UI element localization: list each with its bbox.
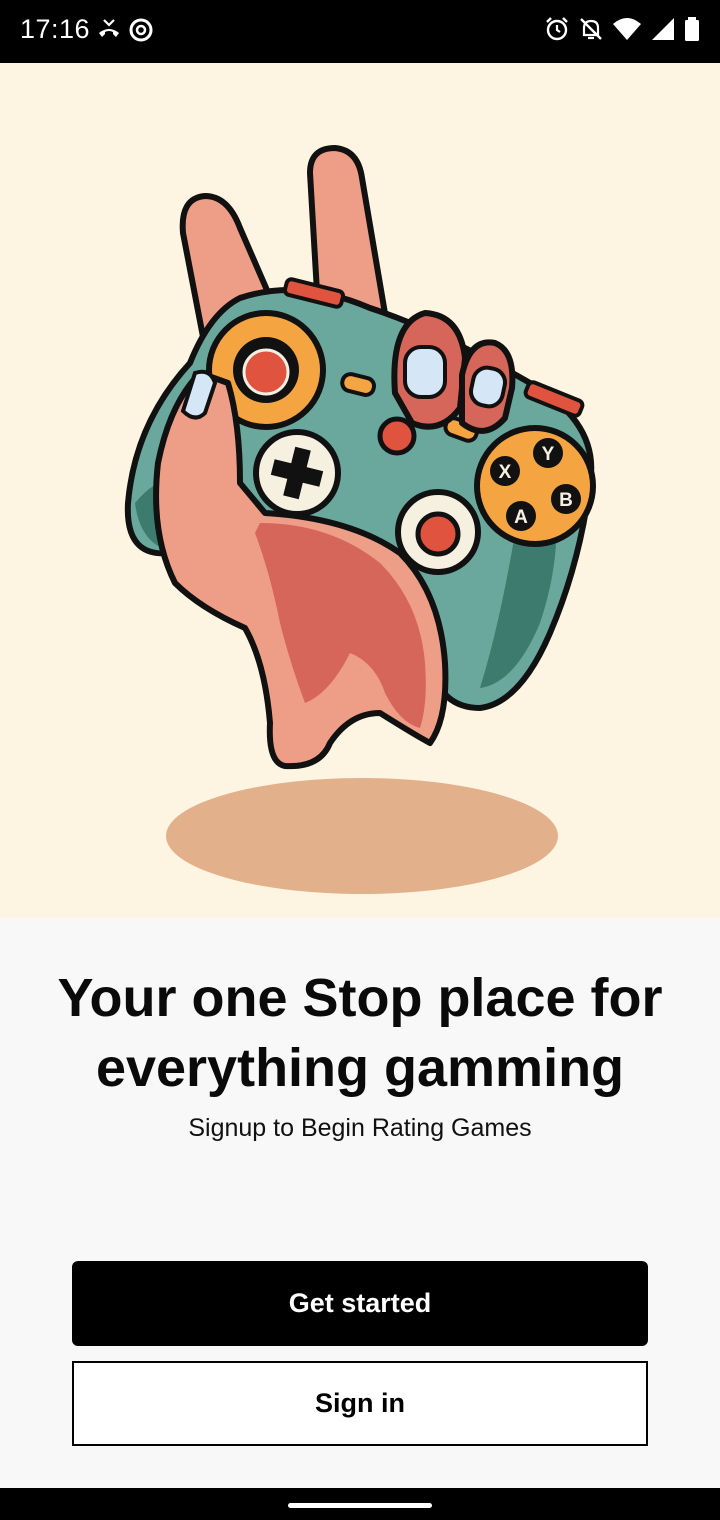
battery-icon <box>685 17 699 41</box>
right-stick-cap <box>415 511 461 557</box>
home-button <box>377 416 417 456</box>
wifi-icon <box>613 18 641 40</box>
face-button-cluster <box>474 425 596 547</box>
status-right-icons <box>544 16 700 42</box>
alarm-icon <box>546 17 568 41</box>
ring-finger-nail <box>403 345 447 399</box>
navigation-bar <box>0 1488 720 1520</box>
sign-in-button[interactable]: Sign in <box>72 1361 648 1446</box>
sign-in-label: Sign in <box>315 1388 405 1418</box>
face-button-x-label: X <box>499 462 512 483</box>
controller-hand-illustration: Y X B A <box>124 145 596 894</box>
data-saver-icon <box>129 18 153 42</box>
hero-illustration: Y X B A <box>0 63 720 918</box>
status-bar: 17:16 <box>0 0 720 63</box>
home-indicator[interactable] <box>288 1503 432 1508</box>
subtitle: Signup to Begin Rating Games <box>188 1114 532 1142</box>
status-time: 17:16 <box>20 14 91 44</box>
missed-call-icon <box>99 19 119 37</box>
get-started-button[interactable]: Get started <box>72 1261 648 1346</box>
face-button-a-label: A <box>514 507 528 528</box>
status-left-icons <box>96 17 154 43</box>
ground-shadow <box>166 778 558 894</box>
signal-icon <box>652 18 674 40</box>
face-button-b-label: B <box>559 490 573 511</box>
get-started-label: Get started <box>288 1288 432 1318</box>
face-button-y-label: Y <box>542 444 555 465</box>
onboarding-content: Your one Stop place for everything gammi… <box>0 918 720 1488</box>
left-stick-cap <box>242 348 290 396</box>
headline: Your one Stop place for everything gammi… <box>57 968 663 1098</box>
notifications-off-icon <box>580 18 602 40</box>
